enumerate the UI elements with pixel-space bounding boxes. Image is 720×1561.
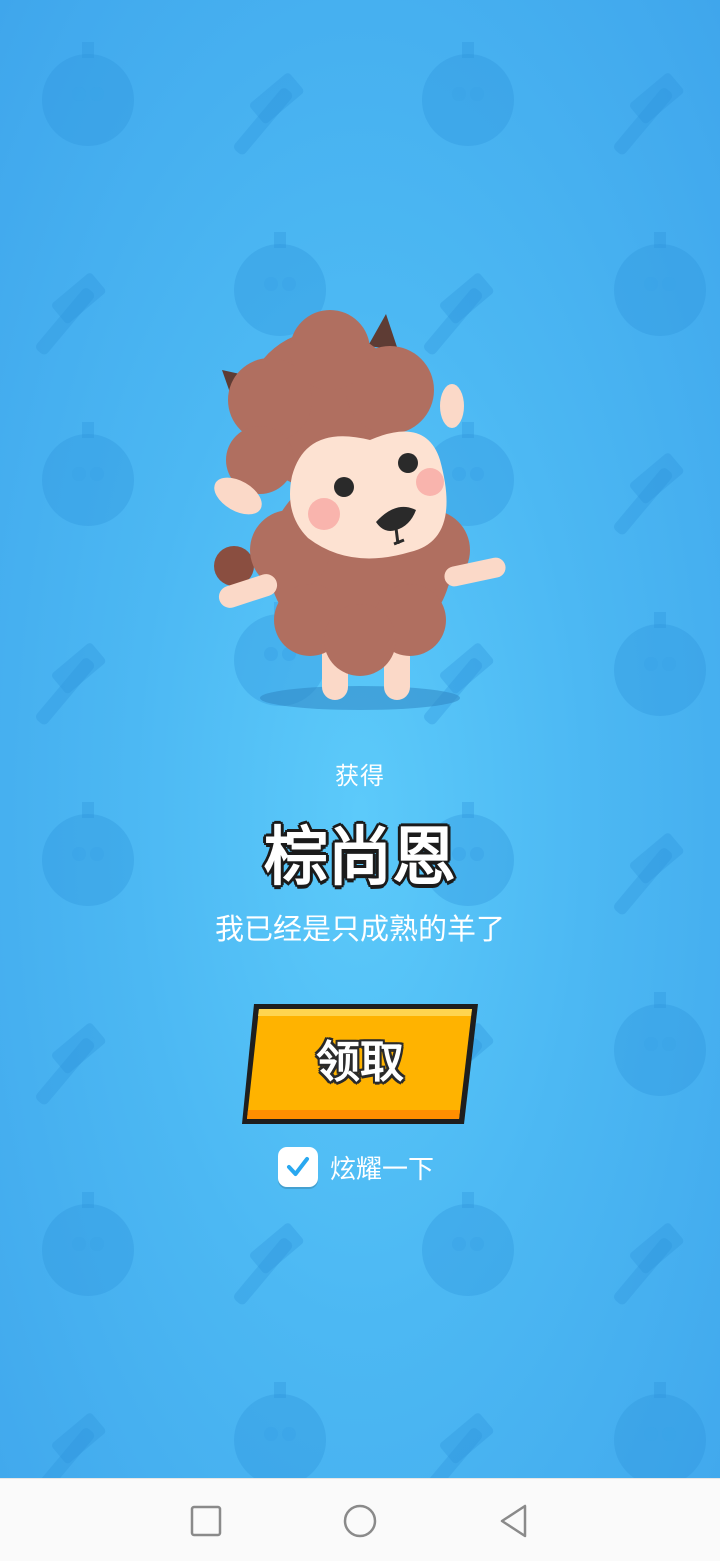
item-description: 我已经是只成熟的羊了 <box>214 912 505 946</box>
circle-icon <box>343 1504 377 1538</box>
share-toggle[interactable]: 炫耀一下 <box>278 1146 434 1188</box>
home-button[interactable] <box>336 1497 384 1545</box>
sheep-character-image <box>214 310 506 710</box>
background-pattern <box>33 42 706 1478</box>
system-navigation-bar <box>0 1478 720 1561</box>
triangle-back-icon <box>500 1504 527 1538</box>
claim-button-label: 领取 <box>316 1037 404 1088</box>
share-checkbox[interactable] <box>278 1147 318 1187</box>
item-name-title: 棕尚恩 <box>264 821 456 895</box>
obtain-label: 获得 <box>335 762 385 790</box>
back-button[interactable] <box>490 1497 538 1545</box>
recent-apps-button[interactable] <box>182 1497 230 1545</box>
reward-screen: 获得 棕尚恩 我已经是只成熟的羊了 领取 炫耀一下 <box>0 0 720 1478</box>
claim-button[interactable]: 领取 <box>238 1000 482 1128</box>
square-icon <box>190 1505 222 1537</box>
checkmark-icon <box>287 1157 309 1176</box>
share-label: 炫耀一下 <box>330 1154 435 1185</box>
